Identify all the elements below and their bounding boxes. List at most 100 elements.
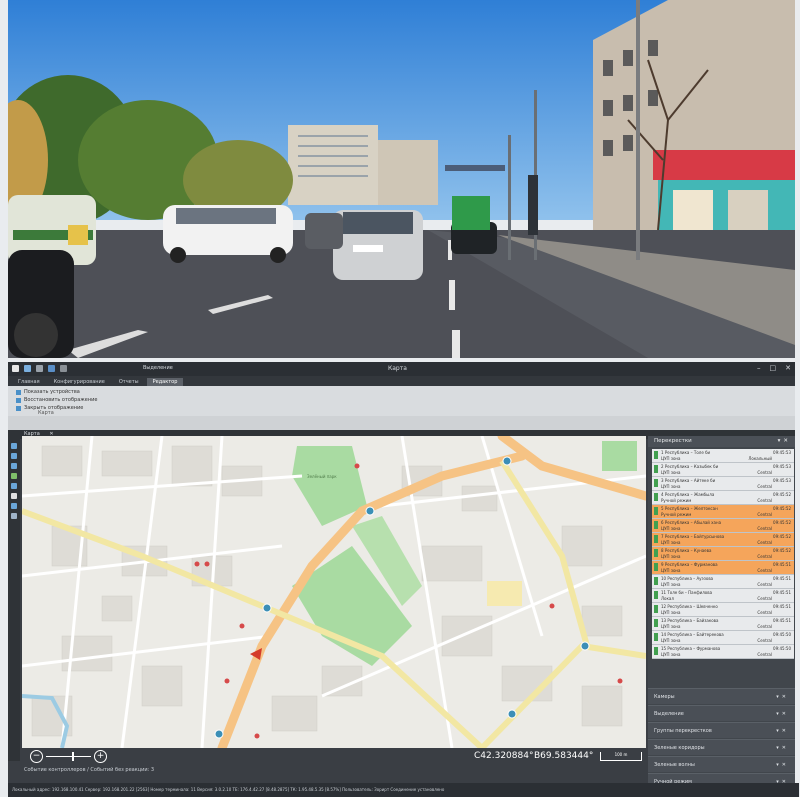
zoom-in-button[interactable]: + <box>94 750 107 763</box>
tab-configuration[interactable]: Конфигурирование <box>48 378 111 386</box>
app-menu-icon[interactable] <box>12 365 19 372</box>
panel-title: Перекрестки <box>654 438 692 444</box>
measure-tool-icon[interactable] <box>11 483 17 489</box>
panel-section-header[interactable]: Группы перекрестков ▾✕ <box>648 722 795 738</box>
list-item[interactable]: 15 Республика – Фурманова ЦУП зона Central… <box>652 645 794 659</box>
status-color-icon <box>654 465 658 473</box>
close-view-icon <box>16 405 21 411</box>
intersection-list: 1 Республика – Толе би ЦУП зона Локальный 0… <box>652 449 794 659</box>
zoom-slider-thumb[interactable] <box>72 752 74 761</box>
last-update-time: 09:45:52 <box>773 548 791 553</box>
export-tool-icon[interactable] <box>11 513 17 519</box>
list-item[interactable]: 8 Республика – Кунаева ЦУП зона Central 09:… <box>652 547 794 561</box>
show-devices-button[interactable]: Показать устройства <box>16 389 80 395</box>
status-color-icon <box>654 591 658 599</box>
list-item[interactable]: 4 Республика – Жамбыла Ручной режим Centra… <box>652 491 794 505</box>
list-item[interactable]: 6 Республика – Абылай хана ЦУП зона Centra… <box>652 519 794 533</box>
list-item[interactable]: 12 Республика – Шевченко ЦУП зона Central 0… <box>652 603 794 617</box>
control-status: Central <box>757 484 772 489</box>
latitude-readout: C42.320884° <box>474 751 534 761</box>
control-status: Central <box>757 498 772 503</box>
status-color-icon <box>654 479 658 487</box>
section-controls-icon[interactable]: ▾✕ <box>776 689 789 705</box>
zoom-slider[interactable] <box>46 752 91 761</box>
last-update-time: 09:45:50 <box>773 632 791 637</box>
list-item[interactable]: 7 Республика – Байтурсынова ЦУП зона Centr… <box>652 533 794 547</box>
minimize-icon[interactable]: – <box>757 364 761 372</box>
list-item[interactable]: 13 Республика – Байзакова ЦУП зона Central… <box>652 617 794 631</box>
undo-icon[interactable] <box>36 365 43 372</box>
intersection-mode: ЦУП зона <box>661 610 681 615</box>
city-map[interactable]: Зелёный парк <box>22 436 646 748</box>
control-status: Central <box>757 540 772 545</box>
tab-reports[interactable]: Отчеты <box>113 378 145 386</box>
status-color-icon <box>654 619 658 627</box>
events-status: Событие контроллеров / Событий без реакц… <box>24 767 155 773</box>
context-tab-label: Выделение <box>143 365 173 371</box>
layer-tool-icon[interactable] <box>11 473 17 479</box>
devices-icon <box>16 389 21 395</box>
intersections-panel: Перекрестки ▾✕ 1 Республика – Толе би ЦУП… <box>648 436 795 789</box>
list-item[interactable]: 2 Республика – Казыбек би ЦУП зона Central… <box>652 463 794 477</box>
panel-section-header[interactable]: Зеленые коридоры ▾✕ <box>648 739 795 755</box>
print-tool-icon[interactable] <box>11 503 17 509</box>
intersection-mode: ЦУП зона <box>661 638 681 643</box>
last-update-time: 09:45:53 <box>773 450 791 455</box>
intersection-name: 7 Республика – Байтурсынова <box>661 534 725 539</box>
list-item[interactable]: 1 Республика – Толе би ЦУП зона Локальный 0… <box>652 449 794 463</box>
intersection-mode: ЦУП зона <box>661 470 681 475</box>
control-status: Локальный <box>748 456 772 461</box>
restore-icon <box>16 397 21 403</box>
intersection-mode: ЦУП зона <box>661 484 681 489</box>
list-item[interactable]: 11 Толе би – Панфилова Локал Central 09:45:… <box>652 589 794 603</box>
section-label: Выделение <box>654 711 684 717</box>
pan-tool-icon[interactable] <box>11 453 17 459</box>
intersection-mode: Ручной режим <box>661 512 692 517</box>
intersection-name: 11 Толе би – Панфилова <box>661 590 713 595</box>
tab-home[interactable]: Главная <box>12 378 46 386</box>
restore-view-label: Восстановить отображение <box>24 397 98 403</box>
last-update-time: 09:45:51 <box>773 562 791 567</box>
camera-tool-icon[interactable] <box>11 463 17 469</box>
pointer-tool-icon[interactable] <box>11 443 17 449</box>
status-color-icon <box>654 605 658 613</box>
list-item[interactable]: 9 Республика – Фурманова ЦУП зона Central 0… <box>652 561 794 575</box>
intersection-name: 12 Республика – Шевченко <box>661 604 718 609</box>
map-tools <box>8 439 20 761</box>
list-item[interactable]: 14 Республика – Байтерекова ЦУП зона Centr… <box>652 631 794 645</box>
panel-section-header[interactable]: Выделение ▾✕ <box>648 705 795 721</box>
status-color-icon <box>654 549 658 557</box>
panel-section-header[interactable]: Камеры ▾✕ <box>648 688 795 704</box>
maximize-icon[interactable]: □ <box>770 364 777 372</box>
route-tool-icon[interactable] <box>11 493 17 499</box>
section-controls-icon[interactable]: ▾✕ <box>776 723 789 739</box>
status-color-icon <box>654 577 658 585</box>
intersection-mode: ЦУП зона <box>661 582 681 587</box>
list-item[interactable]: 3 Республика – Айтеке би ЦУП зона Central 0… <box>652 477 794 491</box>
status-color-icon <box>654 647 658 655</box>
tab-editor[interactable]: Редактор <box>146 378 184 386</box>
control-status: Central <box>757 512 772 517</box>
last-update-time: 09:45:51 <box>773 604 791 609</box>
save-icon[interactable] <box>24 365 31 372</box>
settings-icon[interactable] <box>48 365 55 372</box>
panel-header: Перекрестки ▾✕ <box>648 436 795 447</box>
section-controls-icon[interactable]: ▾✕ <box>776 706 789 722</box>
intersection-name: 13 Республика – Байзакова <box>661 618 719 623</box>
status-color-icon <box>654 535 658 543</box>
intersection-name: 6 Республика – Абылай хана <box>661 520 722 525</box>
section-controls-icon[interactable]: ▾✕ <box>776 740 789 756</box>
intersection-name: 10 Республика – Ауэзова <box>661 576 714 581</box>
list-item[interactable]: 5 Республика – Желтоксан Ручной режим Cent… <box>652 505 794 519</box>
close-icon[interactable]: ✕ <box>785 364 791 372</box>
last-update-time: 09:45:53 <box>773 464 791 469</box>
zoom-out-button[interactable]: − <box>30 750 43 763</box>
panel-controls[interactable]: ▾✕ <box>778 436 791 447</box>
control-status: Central <box>757 582 772 587</box>
window-controls: – □ ✕ <box>757 364 791 372</box>
intersection-mode: ЦУП зона <box>661 554 681 559</box>
restore-view-button[interactable]: Восстановить отображение <box>16 397 97 403</box>
list-item[interactable]: 10 Республика – Ауэзова ЦУП зона Central 09… <box>652 575 794 589</box>
intersection-mode: Ручной режим <box>661 498 692 503</box>
dropdown-icon[interactable] <box>60 365 67 372</box>
